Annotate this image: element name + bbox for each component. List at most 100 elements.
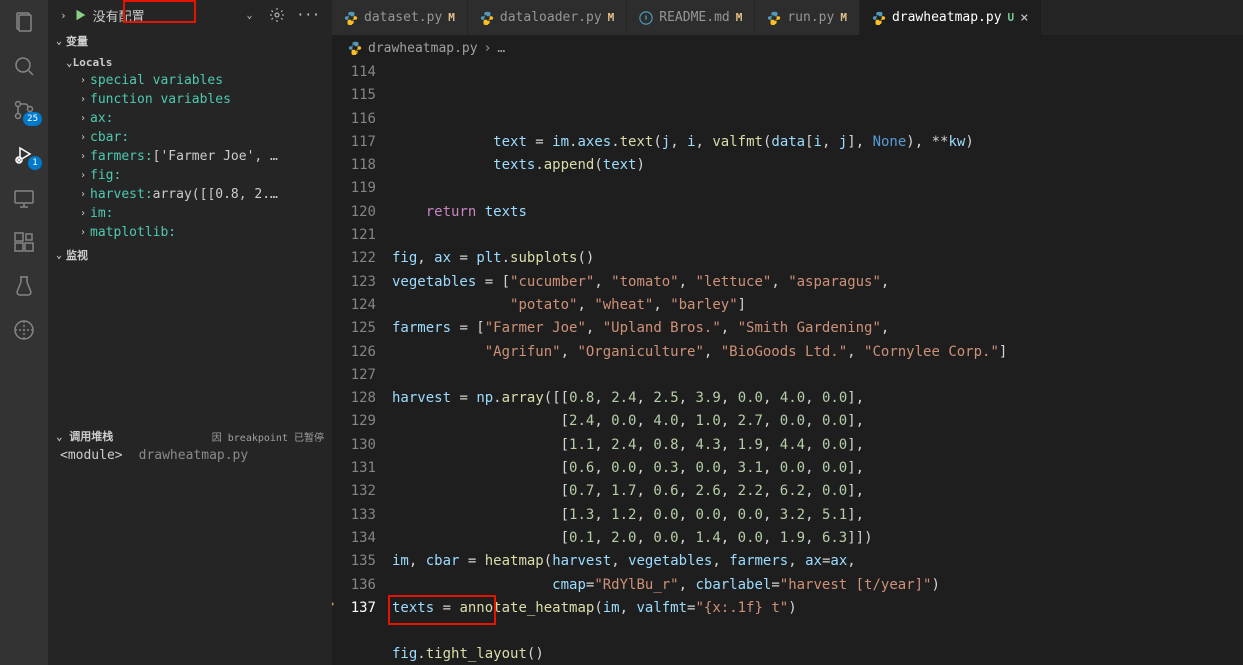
code-line[interactable]: farmers = ["Farmer Joe", "Upland Bros.",… [392, 317, 1243, 340]
callstack-status: 因 breakpoint 已暂停 [212, 429, 324, 444]
code-line[interactable]: fig.tight_layout() [392, 643, 1243, 665]
variable-row[interactable]: ›harvest: array([[0.8, 2.… [48, 185, 332, 204]
modified-indicator: U [1008, 11, 1015, 24]
variable-row[interactable]: ›matplotlib: [48, 223, 332, 242]
locals-header[interactable]: ⌄ Locals [48, 54, 332, 71]
variables-header[interactable]: ⌄ 变量 [48, 30, 332, 52]
line-number[interactable]: 115 [332, 84, 376, 107]
breadcrumb[interactable]: drawheatmap.py › … [332, 35, 1243, 61]
line-number[interactable]: 125 [332, 317, 376, 340]
source-control-icon[interactable]: 25 [10, 96, 38, 124]
code-line[interactable]: [0.6, 0.0, 0.3, 0.0, 3.1, 0.0, 0.0], [392, 457, 1243, 480]
line-number[interactable]: 127 [332, 364, 376, 387]
scm-badge: 25 [23, 112, 42, 126]
callstack-header[interactable]: ⌄ 调用堆栈 因 breakpoint 已暂停 [48, 426, 332, 446]
editor-tab[interactable]: README.mdM [627, 0, 755, 35]
remote-explorer-icon[interactable] [10, 184, 38, 212]
variables-label: 变量 [66, 33, 88, 49]
variable-name: function variables [90, 92, 231, 107]
line-number[interactable]: 122 [332, 247, 376, 270]
variable-row[interactable]: ›ax: [48, 109, 332, 128]
variable-row[interactable]: ›special variables [48, 71, 332, 90]
editor-tab[interactable]: run.pyM [755, 0, 860, 35]
line-number[interactable]: 114 [332, 61, 376, 84]
chevron-down-icon: ⌄ [66, 56, 73, 69]
code-line[interactable]: vegetables = ["cucumber", "tomato", "let… [392, 271, 1243, 294]
code-line[interactable]: texts = annotate_heatmap(im, valfmt="{x:… [392, 597, 1243, 620]
code-line[interactable]: [1.3, 1.2, 0.0, 0.0, 0.0, 3.2, 5.1], [392, 504, 1243, 527]
line-number[interactable]: 136 [332, 574, 376, 597]
line-number[interactable]: 119 [332, 177, 376, 200]
search-icon[interactable] [10, 52, 38, 80]
line-number[interactable]: 124 [332, 294, 376, 317]
line-number[interactable]: 131 [332, 457, 376, 480]
modified-indicator: M [448, 11, 455, 24]
code-content[interactable]: text = im.axes.text(j, i, valfmt(data[i,… [392, 61, 1243, 665]
code-line[interactable]: [0.7, 1.7, 0.6, 2.6, 2.2, 6.2, 0.0], [392, 480, 1243, 503]
variable-value: ['Farmer Joe', … [153, 149, 278, 164]
close-icon[interactable]: × [1020, 10, 1028, 26]
code-line[interactable]: im, cbar = heatmap(harvest, vegetables, … [392, 550, 1243, 573]
code-line[interactable]: text = im.axes.text(j, i, valfmt(data[i,… [392, 131, 1243, 154]
editor-tab[interactable]: dataloader.pyM [468, 0, 627, 35]
python-file-icon [344, 11, 358, 25]
code-line[interactable]: [2.4, 0.0, 4.0, 1.0, 2.7, 0.0, 0.0], [392, 410, 1243, 433]
code-line[interactable] [392, 177, 1243, 200]
chevron-down-icon[interactable]: ⌄ [246, 10, 252, 21]
code-line[interactable]: return texts [392, 201, 1243, 224]
watch-header[interactable]: ⌄ 监视 [48, 244, 332, 266]
code-line[interactable]: harvest = np.array([[0.8, 2.4, 2.5, 3.9,… [392, 387, 1243, 410]
gear-icon[interactable] [269, 7, 285, 23]
editor-area: dataset.pyMdataloader.pyMREADME.mdMrun.p… [332, 0, 1243, 665]
more-icon[interactable]: ··· [297, 8, 320, 23]
chevron-right-icon: › [80, 132, 86, 143]
code-line[interactable]: texts.append(text) [392, 154, 1243, 177]
callstack-frame[interactable]: <module> drawheatmap.py [48, 446, 332, 465]
code-line[interactable] [392, 620, 1243, 643]
line-number[interactable]: 130 [332, 434, 376, 457]
line-number[interactable]: 126 [332, 341, 376, 364]
variable-name: matplotlib: [90, 225, 176, 240]
extensions-icon[interactable] [10, 228, 38, 256]
code-line[interactable]: fig, ax = plt.subplots() [392, 247, 1243, 270]
line-number[interactable]: 129 [332, 410, 376, 433]
modified-indicator: M [608, 11, 615, 24]
variable-row[interactable]: ›function variables [48, 90, 332, 109]
line-number[interactable]: 118 [332, 154, 376, 177]
editor-tab[interactable]: drawheatmap.py U × [860, 0, 1042, 35]
line-number[interactable]: 123 [332, 271, 376, 294]
code-editor[interactable]: 1141151161171181191201211221231241251261… [332, 61, 1243, 665]
line-number[interactable]: 120 [332, 201, 376, 224]
line-number[interactable]: 135 [332, 550, 376, 573]
code-line[interactable]: [0.1, 2.0, 0.0, 1.4, 0.0, 1.9, 6.3]]) [392, 527, 1243, 550]
line-number[interactable]: 133 [332, 504, 376, 527]
variable-row[interactable]: ›cbar: [48, 128, 332, 147]
project-manager-icon[interactable] [10, 316, 38, 344]
run-debug-icon[interactable]: 1 [10, 140, 38, 168]
code-line[interactable]: "potato", "wheat", "barley"] [392, 294, 1243, 317]
code-line[interactable]: [1.1, 2.4, 0.8, 4.3, 1.9, 4.4, 0.0], [392, 434, 1243, 457]
line-number[interactable]: 134 [332, 527, 376, 550]
variable-row[interactable]: ›fig: [48, 166, 332, 185]
python-file-icon [872, 11, 886, 25]
variable-row[interactable]: ›farmers: ['Farmer Joe', … [48, 147, 332, 166]
callstack-panel: ⌄ 调用堆栈 因 breakpoint 已暂停 <module> drawhea… [48, 426, 332, 465]
line-number[interactable]: 117 [332, 131, 376, 154]
code-line[interactable] [392, 224, 1243, 247]
code-line[interactable] [392, 364, 1243, 387]
code-line[interactable]: "Agrifun", "Organiculture", "BioGoods Lt… [392, 341, 1243, 364]
line-number[interactable]: 137 [332, 597, 376, 620]
debug-toolbar: › 没有配置 ⌄ ··· [48, 0, 332, 30]
line-number[interactable]: 121 [332, 224, 376, 247]
explorer-icon[interactable] [10, 8, 38, 36]
start-debug-icon[interactable] [73, 8, 87, 22]
line-number[interactable]: 132 [332, 480, 376, 503]
editor-tab[interactable]: dataset.pyM [332, 0, 468, 35]
variable-row[interactable]: ›im: [48, 204, 332, 223]
code-line[interactable]: cmap="RdYlBu_r", cbarlabel="harvest [t/y… [392, 574, 1243, 597]
debug-config-label[interactable]: 没有配置 [93, 6, 145, 25]
line-number[interactable]: 128 [332, 387, 376, 410]
line-number[interactable]: 116 [332, 108, 376, 131]
testing-icon[interactable] [10, 272, 38, 300]
tab-label: drawheatmap.py [892, 10, 1002, 25]
